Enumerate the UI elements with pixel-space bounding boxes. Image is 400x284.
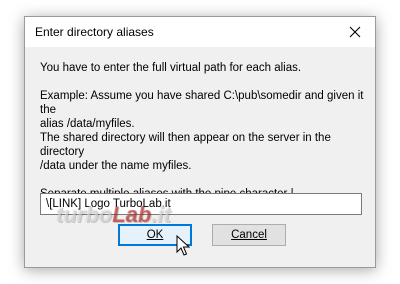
ok-button-label: OK [146,229,164,241]
example-line-2: alias /data/myfiles. [40,118,135,130]
watermark-suffix: .it [151,202,171,227]
example-line-3: The shared directory will then appear on… [40,132,331,158]
instruction-text: You have to enter the full virtual path … [40,62,302,74]
close-button[interactable] [335,17,375,47]
cancel-button[interactable]: Cancel [212,224,286,246]
alias-dialog: Enter directory aliases You have to ente… [24,16,376,268]
dialog-body: You have to enter the full virtual path … [25,47,375,267]
watermark-prefix: turbo [56,202,113,227]
example-line-4: /data under the name myfiles. [40,160,192,172]
mouse-pointer-icon [176,235,190,256]
watermark-accent: Lab [112,202,152,227]
example-line-1: Example: Assume you have shared C:\pub\s… [40,90,364,116]
cancel-button-label: Cancel [231,229,267,241]
close-icon [349,26,361,38]
turbolab-watermark: turboLab.it [56,202,171,228]
title-bar[interactable]: Enter directory aliases [25,17,375,47]
description-text: You have to enter the full virtual path … [40,61,370,201]
dialog-title: Enter directory aliases [35,25,154,39]
